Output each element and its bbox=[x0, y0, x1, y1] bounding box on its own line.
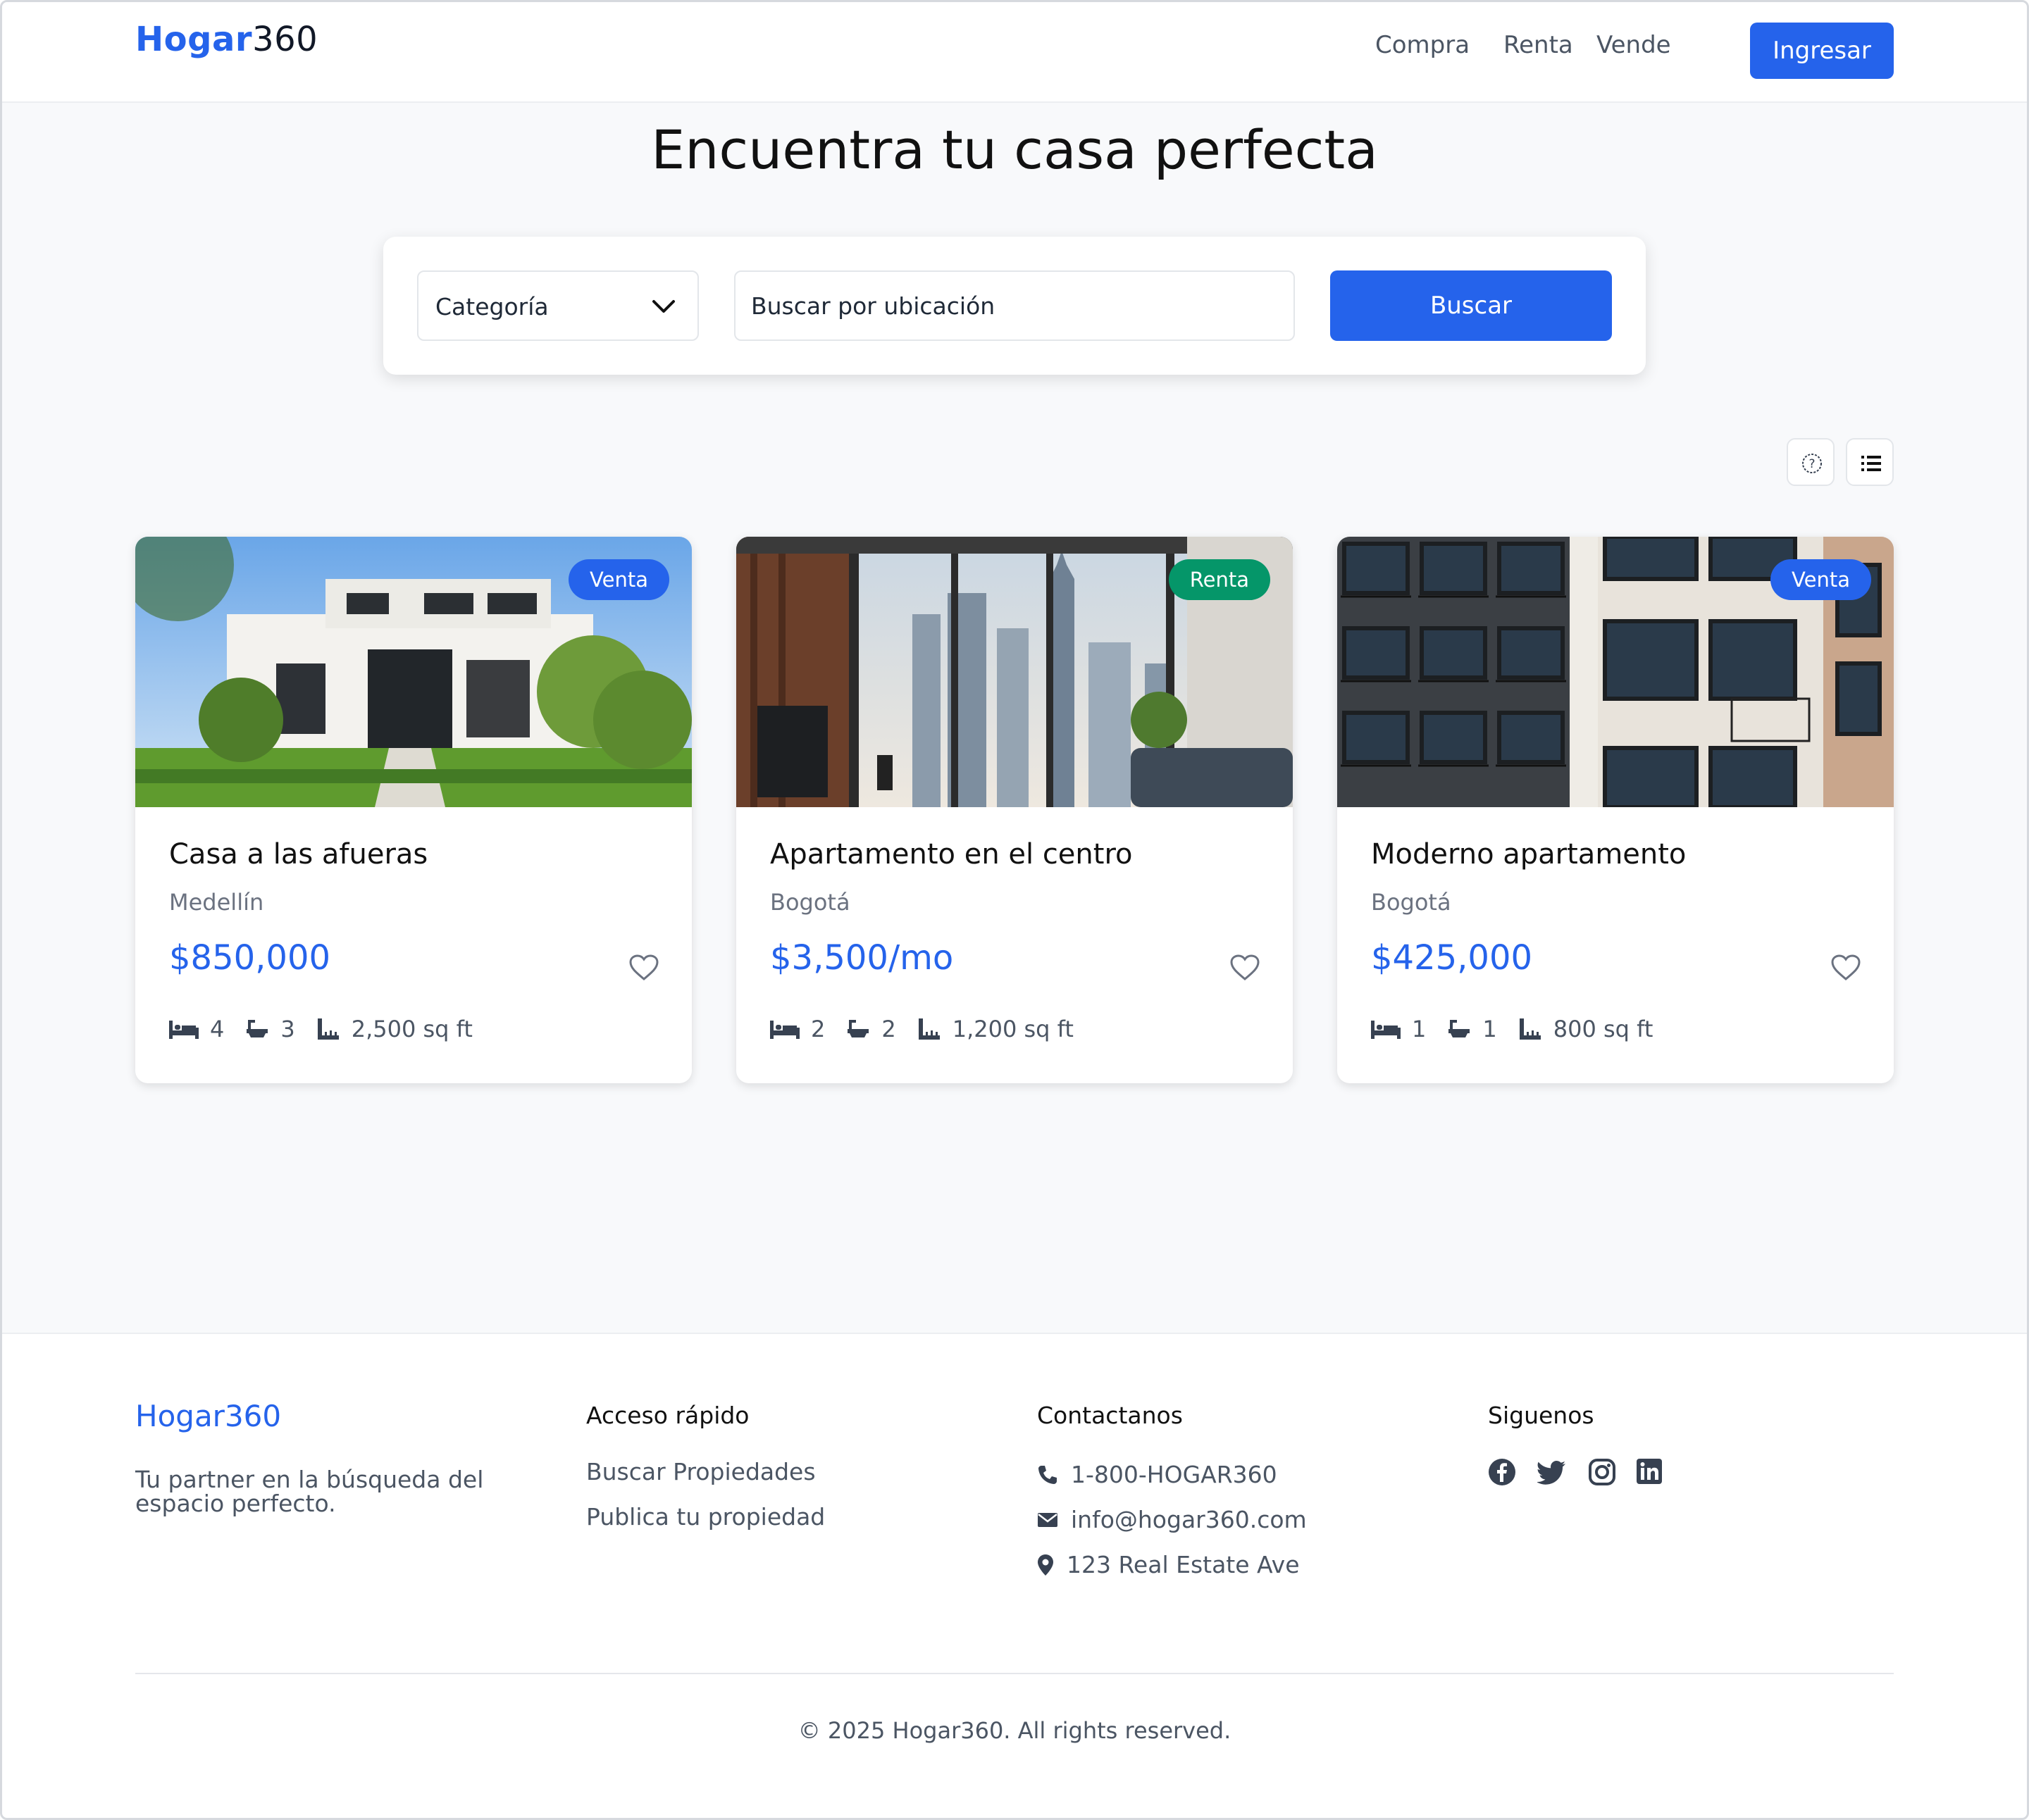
contact-email-text: info@hogar360.com bbox=[1071, 1506, 1307, 1533]
site-footer: Hogar360 Tu partner en la búsqueda del e… bbox=[0, 1333, 2029, 1820]
phone-icon bbox=[1038, 1465, 1057, 1484]
property-city: Bogotá bbox=[1371, 889, 1451, 916]
property-price: $850,000 bbox=[169, 938, 331, 978]
property-specs: 4 3 2,500 sq ft bbox=[169, 1013, 494, 1045]
list-icon bbox=[1861, 456, 1881, 471]
listing-type-badge: Venta bbox=[569, 559, 669, 600]
property-card[interactable]: Venta Casa a las afueras Medellín $850,0… bbox=[135, 537, 692, 1083]
footer-link-publica-propiedad[interactable]: Publica tu propiedad bbox=[586, 1503, 825, 1531]
heart-icon[interactable] bbox=[628, 954, 659, 985]
nav-link-vende[interactable]: Vende bbox=[1596, 31, 1671, 59]
bed-count: 2 bbox=[811, 1016, 826, 1042]
area-value: 800 sq ft bbox=[1553, 1016, 1653, 1042]
bath-icon bbox=[848, 1020, 869, 1037]
heart-icon[interactable] bbox=[1229, 954, 1260, 985]
envelope-icon bbox=[1038, 1512, 1057, 1527]
facebook-icon[interactable] bbox=[1488, 1458, 1516, 1489]
bath-count: 3 bbox=[280, 1016, 295, 1042]
heart-icon[interactable] bbox=[1830, 954, 1861, 985]
property-price: $425,000 bbox=[1371, 938, 1533, 978]
help-button[interactable]: ? bbox=[1787, 438, 1835, 486]
property-title: Casa a las afueras bbox=[169, 838, 428, 871]
ruler-icon bbox=[918, 1018, 940, 1040]
property-card[interactable]: Renta Apartamento en el centro Bogotá $3… bbox=[736, 537, 1293, 1083]
property-title: Apartamento en el centro bbox=[770, 838, 1133, 871]
bath-icon bbox=[247, 1020, 268, 1037]
map-pin-icon bbox=[1038, 1554, 1053, 1576]
logo-number: 360 bbox=[252, 20, 318, 59]
bed-icon bbox=[770, 1021, 800, 1039]
nav-link-renta[interactable]: Renta bbox=[1503, 31, 1573, 59]
logo-brand: Hogar bbox=[135, 20, 253, 59]
area-value: 1,200 sq ft bbox=[952, 1016, 1074, 1042]
contact-phone[interactable]: 1-800-HOGAR360 bbox=[1037, 1461, 1277, 1488]
category-select[interactable]: Categoría bbox=[417, 270, 699, 341]
help-icon: ? bbox=[1802, 454, 1822, 473]
site-header: Hogar360 Compra Renta Vende Ingresar bbox=[0, 0, 2029, 103]
bath-count: 1 bbox=[1482, 1016, 1497, 1042]
listing-type-badge: Renta bbox=[1168, 559, 1270, 600]
copyright-text: © 2025 Hogar360. All rights reserved. bbox=[798, 1717, 1231, 1744]
bed-icon bbox=[1371, 1021, 1401, 1039]
bed-count: 4 bbox=[210, 1016, 225, 1042]
ruler-icon bbox=[317, 1018, 339, 1040]
footer-divider bbox=[135, 1673, 1894, 1674]
bath-count: 2 bbox=[881, 1016, 896, 1042]
logo[interactable]: Hogar360 bbox=[135, 20, 318, 59]
listing-type-badge: Venta bbox=[1770, 559, 1871, 600]
bed-count: 1 bbox=[1412, 1016, 1427, 1042]
contact-email[interactable]: info@hogar360.com bbox=[1037, 1506, 1307, 1533]
location-search-input[interactable] bbox=[734, 270, 1295, 341]
login-button[interactable]: Ingresar bbox=[1750, 23, 1894, 79]
contact-address-text: 123 Real Estate Ave bbox=[1067, 1551, 1300, 1578]
linkedin-icon[interactable] bbox=[1636, 1458, 1663, 1488]
search-panel: Categoría Buscar bbox=[383, 237, 1646, 375]
footer-tagline: Tu partner en la búsqueda del espacio pe… bbox=[135, 1466, 484, 1517]
page-title: Encuentra tu casa perfecta bbox=[651, 118, 1378, 181]
property-title: Moderno apartamento bbox=[1371, 838, 1687, 871]
property-city: Bogotá bbox=[770, 889, 850, 916]
contact-address: 123 Real Estate Ave bbox=[1037, 1551, 1300, 1578]
property-card[interactable]: Venta Moderno apartamento Bogotá $425,00… bbox=[1337, 537, 1894, 1083]
quick-access-heading: Acceso rápido bbox=[586, 1402, 750, 1429]
search-button[interactable]: Buscar bbox=[1330, 270, 1612, 341]
instagram-icon[interactable] bbox=[1588, 1458, 1616, 1489]
bath-icon bbox=[1448, 1020, 1470, 1037]
bed-icon bbox=[169, 1021, 199, 1039]
property-city: Medellín bbox=[169, 889, 264, 916]
contact-phone-text: 1-800-HOGAR360 bbox=[1071, 1461, 1277, 1488]
footer-link-buscar-propiedades[interactable]: Buscar Propiedades bbox=[586, 1458, 816, 1485]
ruler-icon bbox=[1519, 1018, 1541, 1040]
twitter-icon[interactable] bbox=[1536, 1458, 1567, 1489]
category-select-label: Categoría bbox=[435, 293, 549, 320]
chevron-down-icon bbox=[651, 296, 676, 320]
svg-text:?: ? bbox=[1808, 457, 1815, 471]
list-view-button[interactable] bbox=[1846, 438, 1894, 486]
area-value: 2,500 sq ft bbox=[351, 1016, 473, 1042]
property-specs: 1 1 800 sq ft bbox=[1371, 1013, 1674, 1045]
property-price: $3,500/mo bbox=[770, 938, 954, 978]
social-heading: Siguenos bbox=[1488, 1402, 1594, 1429]
footer-brand[interactable]: Hogar360 bbox=[135, 1399, 281, 1433]
property-specs: 2 2 1,200 sq ft bbox=[770, 1013, 1095, 1045]
contact-heading: Contactanos bbox=[1037, 1402, 1183, 1429]
nav-link-compra[interactable]: Compra bbox=[1375, 31, 1470, 59]
